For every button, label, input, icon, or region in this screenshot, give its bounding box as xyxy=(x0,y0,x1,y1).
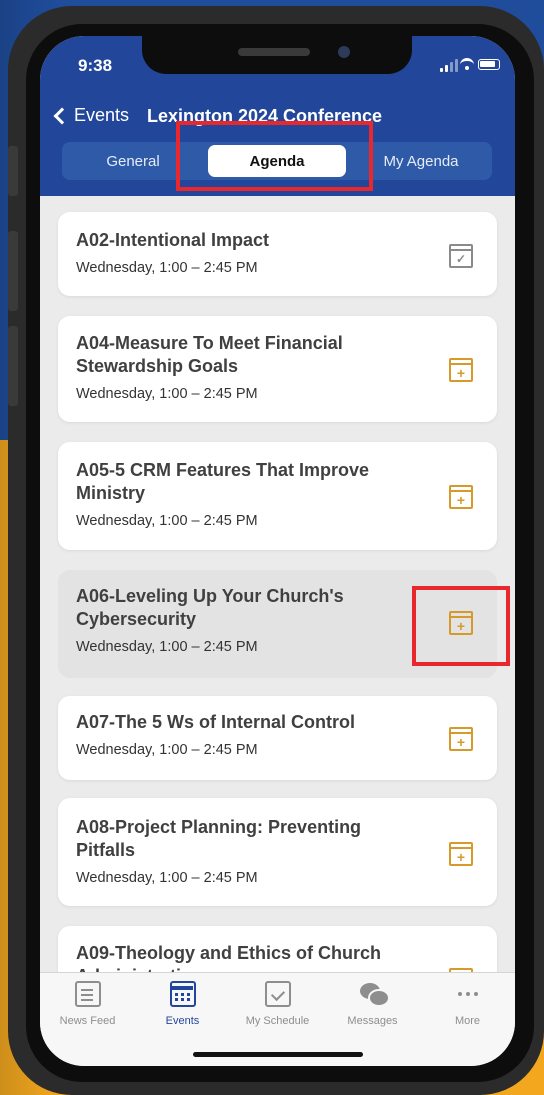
session-time: Wednesday, 1:00 – 2:45 PM xyxy=(76,260,258,276)
session-time: Wednesday, 1:00 – 2:45 PM xyxy=(76,639,258,655)
more-icon xyxy=(455,981,481,1007)
segmented-control: General Agenda My Agenda xyxy=(62,142,492,180)
signal-icon xyxy=(440,68,443,72)
signal-bar xyxy=(450,62,453,72)
header-bar: 9:38 Events Lexington 2024 Conference Ge… xyxy=(40,36,515,196)
session-list: A02-Intentional Impact Wednesday, 1:00 –… xyxy=(40,196,515,1034)
back-button[interactable]: Events xyxy=(52,105,129,126)
session-time: Wednesday, 1:00 – 2:45 PM xyxy=(76,870,258,886)
session-title: A05-5 CRM Features That Improve Ministry xyxy=(76,460,370,503)
session-time: Wednesday, 1:00 – 2:45 PM xyxy=(76,513,258,529)
tab-messages[interactable]: Messages xyxy=(325,979,420,1029)
signal-bar xyxy=(445,65,448,72)
signal-bar xyxy=(455,59,458,72)
home-indicator xyxy=(193,1052,363,1057)
calendar-check-icon[interactable]: ✓ xyxy=(449,244,473,268)
tab-my-schedule[interactable]: My Schedule xyxy=(230,979,325,1029)
session-card[interactable]: A05-5 CRM Features That Improve Ministry… xyxy=(58,442,497,550)
phone-volume-up xyxy=(8,231,18,311)
phone-notch xyxy=(142,36,412,74)
news-feed-icon xyxy=(74,981,101,1007)
tab-label: Events xyxy=(165,1015,200,1027)
tab-more[interactable]: More xyxy=(420,979,515,1029)
page-title: Lexington 2024 Conference xyxy=(147,106,383,126)
chevron-left-icon xyxy=(53,107,71,124)
tab-label: More xyxy=(454,1015,481,1027)
my-schedule-icon xyxy=(264,981,291,1007)
notch-camera xyxy=(338,46,350,58)
calendar-add-icon[interactable]: + xyxy=(449,485,473,509)
phone-mute-switch xyxy=(8,146,18,196)
battery-icon xyxy=(478,59,500,70)
calendar-add-icon[interactable]: + xyxy=(449,727,473,751)
tab-general[interactable]: General xyxy=(62,142,204,180)
notch-speaker xyxy=(238,48,310,56)
back-label: Events xyxy=(74,105,130,125)
calendar-add-icon[interactable]: + xyxy=(449,611,473,635)
tab-label: Messages xyxy=(347,1015,398,1027)
session-card[interactable]: A02-Intentional Impact Wednesday, 1:00 –… xyxy=(58,212,497,296)
tab-label: My Schedule xyxy=(245,1015,310,1027)
wifi-dot xyxy=(465,66,469,70)
tab-label: News Feed xyxy=(59,1015,116,1027)
session-title: A04-Measure To Meet Financial Stewardshi… xyxy=(76,333,343,376)
phone-volume-down xyxy=(8,326,18,406)
session-title: A08-Project Planning: Preventing Pitfall… xyxy=(76,817,362,860)
session-time: Wednesday, 1:00 – 2:45 PM xyxy=(76,742,258,758)
calendar-add-icon[interactable]: + xyxy=(449,358,473,382)
session-title: A07-The 5 Ws of Internal Control xyxy=(76,712,356,732)
session-time: Wednesday, 1:00 – 2:45 PM xyxy=(76,386,258,402)
session-title: A06-Leveling Up Your Church's Cybersecur… xyxy=(76,586,344,629)
events-calendar-icon xyxy=(169,981,196,1007)
status-icons xyxy=(440,58,500,72)
messages-icon xyxy=(359,981,390,1007)
session-card-selected[interactable]: A06-Leveling Up Your Church's Cybersecur… xyxy=(58,570,497,678)
status-time: 9:38 xyxy=(78,56,113,75)
session-card[interactable]: A07-The 5 Ws of Internal Control Wednesd… xyxy=(58,696,497,780)
tab-agenda[interactable]: Agenda xyxy=(208,145,346,177)
tab-events[interactable]: Events xyxy=(135,979,230,1029)
calendar-add-icon[interactable]: + xyxy=(449,842,473,866)
session-card[interactable]: A08-Project Planning: Preventing Pitfall… xyxy=(58,798,497,906)
tab-news-feed[interactable]: News Feed xyxy=(40,979,135,1029)
tab-my-agenda[interactable]: My Agenda xyxy=(350,142,492,180)
app-screen: 9:38 Events Lexington 2024 Conference Ge… xyxy=(40,36,515,1066)
session-card[interactable]: A04-Measure To Meet Financial Stewardshi… xyxy=(58,316,497,422)
session-title: A02-Intentional Impact xyxy=(76,230,270,250)
